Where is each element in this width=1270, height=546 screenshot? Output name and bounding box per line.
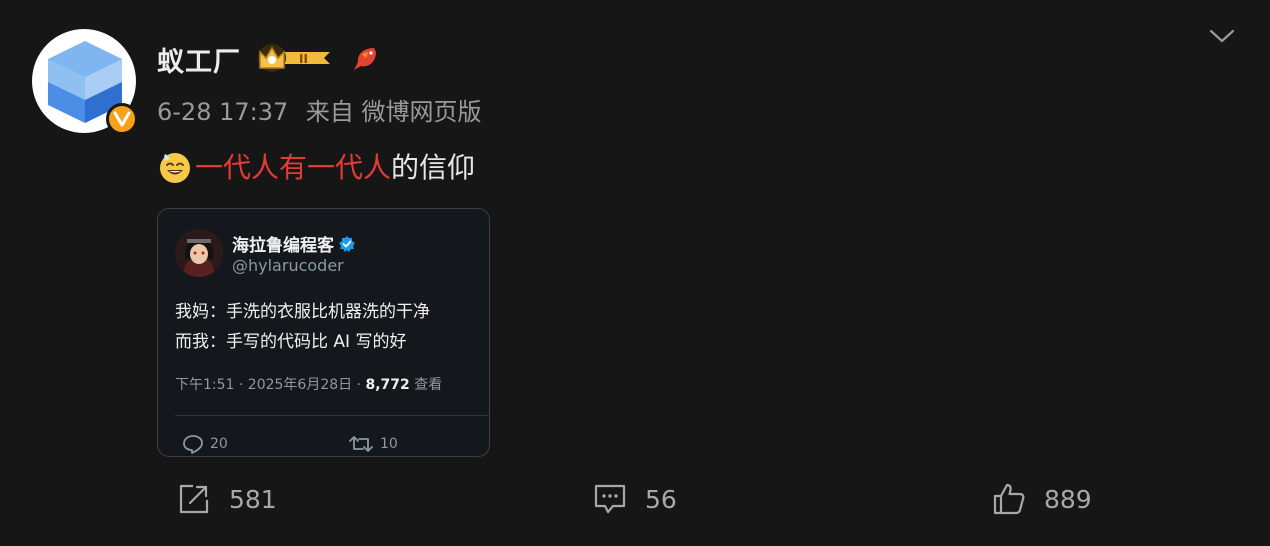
- verified-check-icon: [339, 235, 355, 252]
- quoted-reply-stat[interactable]: 20: [182, 434, 228, 454]
- topic-link[interactable]: 一代人有一代人: [195, 146, 391, 186]
- grinning-sweat-emoji-icon: [160, 153, 190, 183]
- crown-badge-icon[interactable]: II: [254, 42, 332, 74]
- post-meta: 6-28 17:37 来自 微博网页版: [157, 92, 482, 127]
- quoted-line: 我妈：手洗的衣服比机器洗的干净: [175, 302, 430, 322]
- thumbs-up-icon: [993, 483, 1025, 515]
- quoted-meta-time: 下午1:51 · 2025年6月28日 ·: [175, 377, 366, 393]
- like-button[interactable]: 889: [992, 482, 1092, 516]
- post-text-rest: 的信仰: [391, 151, 476, 184]
- share-icon: [179, 484, 209, 514]
- verified-badge-icon: [106, 103, 138, 135]
- quoted-avatar[interactable]: [175, 229, 223, 277]
- comment-icon: [594, 484, 626, 514]
- badge-level-text: II: [299, 52, 308, 66]
- quoted-line: 而我：手写的代码比 AI 写的好: [175, 332, 407, 352]
- retweet-icon: [349, 436, 373, 452]
- quoted-divider: [175, 415, 489, 416]
- quoted-name-text: 海拉鲁编程客: [232, 236, 334, 256]
- username[interactable]: 蚁工厂: [157, 40, 241, 79]
- comment-count: 56: [645, 484, 677, 514]
- quoted-name[interactable]: 海拉鲁编程客: [232, 231, 356, 256]
- post-time[interactable]: 6-28 17:37: [157, 98, 288, 126]
- quoted-views-count: 8,772: [365, 377, 410, 393]
- quoted-reply-count: 20: [210, 436, 228, 452]
- chevron-down-icon[interactable]: [1207, 26, 1237, 50]
- quoted-tweet-card[interactable]: 海拉鲁编程客 @hylarucoder 我妈：手洗的衣服比机器洗的干净 而我：手…: [157, 208, 490, 457]
- post-source: 来自 微博网页版: [305, 98, 482, 126]
- post-text: 一代人有一代人 的信仰: [157, 146, 475, 186]
- quoted-views-label: 查看: [409, 377, 443, 393]
- quoted-meta: 下午1:51 · 2025年6月28日 · 8,772 查看: [175, 374, 442, 394]
- quoted-retweet-count: 10: [380, 436, 398, 452]
- like-count: 889: [1044, 484, 1092, 514]
- quoted-handle[interactable]: @hylarucoder: [232, 256, 344, 275]
- share-count: 581: [229, 484, 277, 514]
- share-button[interactable]: 581: [177, 482, 277, 516]
- koi-fish-icon[interactable]: [350, 44, 380, 74]
- comment-button[interactable]: 56: [593, 482, 677, 516]
- reply-bubble-icon: [183, 435, 203, 454]
- quoted-retweet-stat[interactable]: 10: [348, 434, 398, 454]
